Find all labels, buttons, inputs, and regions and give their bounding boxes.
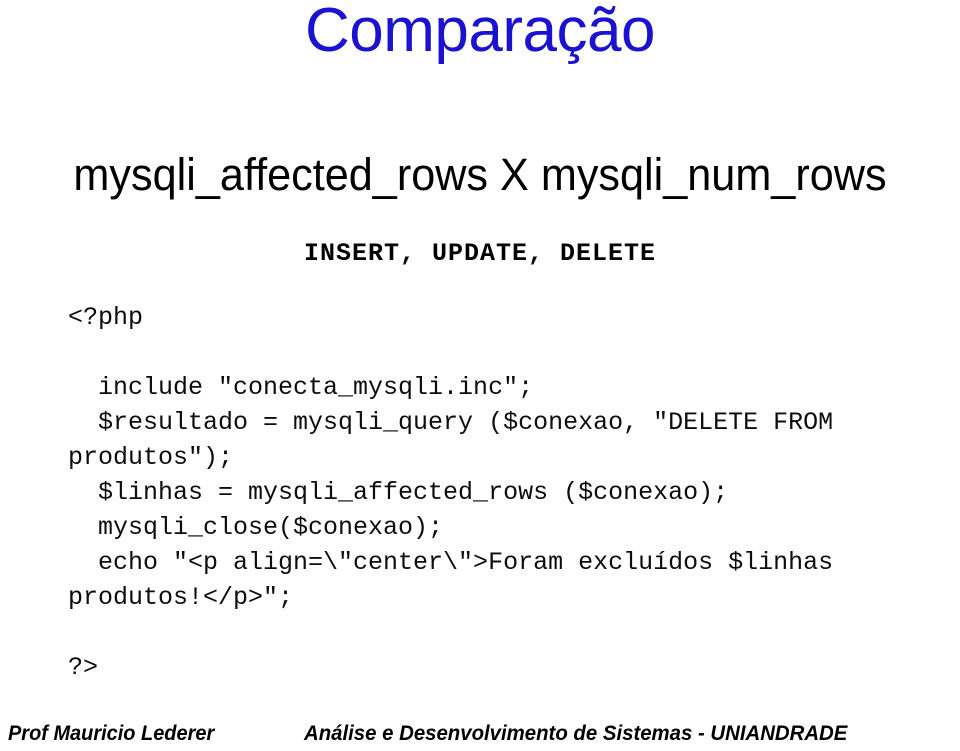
code-line-include: include "conecta_mysqli.inc"; [98,373,534,402]
code-line-open-tag: <?php [68,303,144,332]
php-code-block: <?php include "conecta_mysqli.inc"; $res… [68,300,948,685]
slide-subtitle: mysqli_affected_rows X mysqli_num_rows [73,149,887,200]
presentation-slide: Comparação mysqli_affected_rows X mysqli… [0,0,960,751]
sql-statement-list: INSERT, UPDATE, DELETE [303,239,657,268]
slide-footer: Prof Mauricio Lederer Análise e Desenvol… [0,703,960,751]
page-title: Comparação [305,0,655,65]
code-line-echo: echo "<p align=\"center\">Foram excluído… [68,548,849,612]
footer-course: Análise e Desenvolvimento de Sistemas - … [304,722,848,745]
code-line-close-connection: mysqli_close($conexao); [98,513,444,542]
code-line-query: $resultado = mysqli_query ($conexao, "DE… [68,408,849,472]
code-line-affected-rows: $linhas = mysqli_affected_rows ($conexao… [98,478,729,507]
footer-author: Prof Mauricio Lederer [8,722,215,745]
code-line-close-tag: ?> [68,653,99,682]
